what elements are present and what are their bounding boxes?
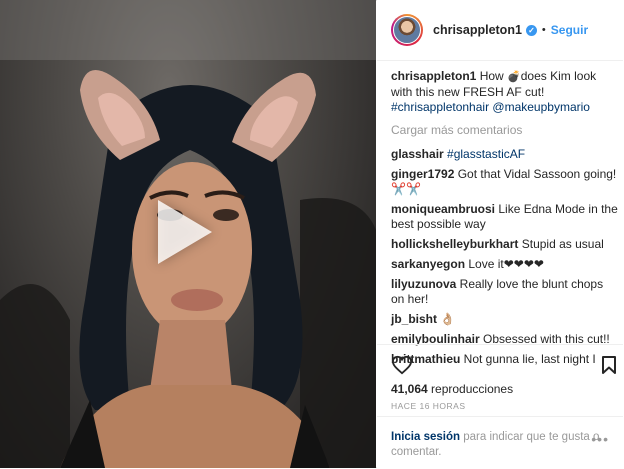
- comment-item: ginger1792 Got that Vidal Sassoon going!…: [391, 167, 619, 197]
- more-options-icon[interactable]: •••: [591, 431, 609, 447]
- view-count: 41,064 reproducciones: [391, 382, 513, 396]
- play-icon[interactable]: [158, 200, 212, 264]
- comment-username[interactable]: glasshair: [391, 147, 444, 161]
- heart-icon[interactable]: [391, 355, 413, 375]
- avatar[interactable]: [391, 14, 423, 46]
- verified-badge-icon: ✓: [525, 24, 537, 36]
- comment-item: hollickshelleyburkhart Stupid as usual: [391, 237, 619, 252]
- header-username[interactable]: chrisappleton1: [433, 23, 522, 37]
- comment-text: 👌🏼: [437, 312, 456, 326]
- load-more-comments-button[interactable]: Cargar más comentarios: [391, 123, 619, 138]
- comment-text: Love it❤❤❤❤: [465, 257, 544, 271]
- comment-item: sarkanyegon Love it❤❤❤❤: [391, 257, 619, 272]
- login-prompt: Inicia sesión para indicar que te gusta …: [377, 416, 623, 469]
- caption: chrisappleton1 How 💣does Kim look with t…: [391, 69, 619, 115]
- bookmark-icon[interactable]: [601, 355, 617, 375]
- post-actions: 41,064 reproducciones HACE 16 HORAS: [377, 344, 623, 411]
- comments-list: chrisappleton1 How 💣does Kim look with t…: [391, 69, 619, 372]
- comment-text: Stupid as usual: [518, 237, 604, 251]
- comment-username[interactable]: sarkanyegon: [391, 257, 465, 271]
- caption-hashtag[interactable]: #chrisappletonhair: [391, 100, 489, 114]
- comment-item: lilyuzunova Really love the blunt chops …: [391, 277, 619, 307]
- view-count-number: 41,064: [391, 382, 428, 396]
- avatar-image: [393, 16, 421, 44]
- caption-mention[interactable]: @makeupbymario: [492, 100, 590, 114]
- video-player[interactable]: [0, 0, 376, 468]
- comment-item: glasshair #glasstasticAF: [391, 147, 619, 162]
- login-text: Inicia sesión para indicar que te gusta …: [391, 430, 613, 460]
- comment-username[interactable]: jb_bisht: [391, 312, 437, 326]
- comment-item: moniqueambruosi Like Edna Mode in the be…: [391, 202, 619, 232]
- post-side-panel: chrisappleton1 ✓ • Seguir chrisappleton1…: [377, 0, 624, 468]
- timestamp[interactable]: HACE 16 HORAS: [391, 401, 466, 411]
- action-icons-row: [391, 355, 621, 377]
- separator-dot: •: [541, 24, 546, 36]
- login-link[interactable]: Inicia sesión: [391, 431, 460, 443]
- caption-emoji: 💣: [507, 71, 521, 83]
- comment-username[interactable]: moniqueambruosi: [391, 202, 495, 216]
- view-count-label: reproducciones: [427, 382, 514, 396]
- caption-text-1: How: [476, 69, 508, 83]
- post-header: chrisappleton1 ✓ • Seguir: [377, 0, 623, 61]
- comment-username[interactable]: hollickshelleyburkhart: [391, 237, 518, 251]
- follow-button[interactable]: Seguir: [551, 23, 588, 37]
- comment-hashtag[interactable]: #glasstasticAF: [444, 147, 525, 161]
- comment-item: jb_bisht 👌🏼: [391, 312, 619, 327]
- caption-username[interactable]: chrisappleton1: [391, 69, 476, 83]
- comment-username[interactable]: lilyuzunova: [391, 277, 456, 291]
- comment-username[interactable]: ginger1792: [391, 167, 454, 181]
